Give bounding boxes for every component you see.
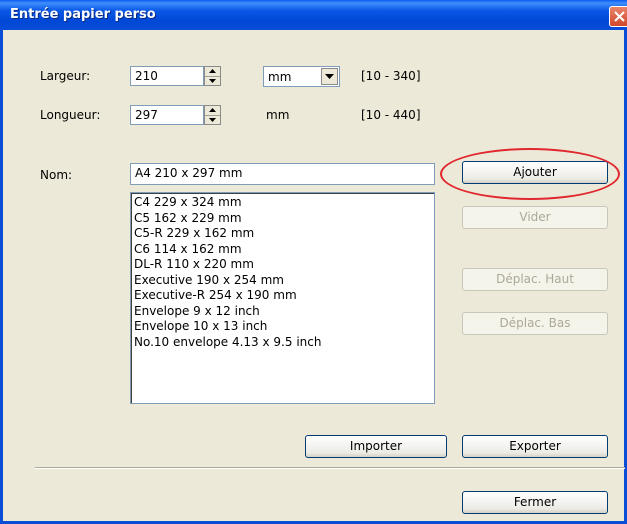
- divider: [35, 467, 625, 469]
- list-item[interactable]: No.10 envelope 4.13 x 9.5 inch: [134, 335, 431, 351]
- close-button[interactable]: Fermer: [462, 491, 608, 514]
- chevron-down-icon: [209, 118, 216, 122]
- close-icon: [614, 11, 625, 22]
- list-item[interactable]: DL-R 110 x 220 mm: [134, 257, 431, 273]
- name-label: Nom:: [40, 168, 73, 182]
- window-title: Entrée papier perso: [10, 7, 156, 22]
- title-bar[interactable]: Entrée papier perso: [0, 0, 627, 30]
- length-spinner[interactable]: [204, 105, 221, 125]
- width-label: Largeur:: [40, 69, 91, 83]
- export-button[interactable]: Exporter: [462, 435, 608, 458]
- width-range: [10 - 340]: [361, 69, 421, 83]
- length-unit: mm: [266, 108, 290, 122]
- width-spin-down[interactable]: [205, 76, 220, 86]
- move-up-button[interactable]: Déplac. Haut: [462, 268, 608, 291]
- length-label: Longueur:: [40, 108, 101, 122]
- list-item[interactable]: Envelope 10 x 13 inch: [134, 319, 431, 335]
- chevron-up-icon: [209, 69, 216, 73]
- list-item[interactable]: C4 229 x 324 mm: [134, 195, 431, 211]
- list-item[interactable]: Executive 190 x 254 mm: [134, 273, 431, 289]
- unit-select[interactable]: mm: [263, 66, 340, 87]
- name-input[interactable]: A4 210 x 297 mm: [130, 163, 435, 185]
- length-input[interactable]: 297: [130, 105, 204, 125]
- unit-select-value: mm: [268, 70, 292, 84]
- chevron-down-icon: [209, 79, 216, 83]
- close-window-button[interactable]: [609, 6, 627, 27]
- length-range: [10 - 440]: [361, 108, 421, 122]
- list-item[interactable]: Executive-R 254 x 190 mm: [134, 288, 431, 304]
- custom-paper-dialog: Entrée papier perso Largeur: 210 mm [10 …: [0, 0, 627, 524]
- length-spin-down[interactable]: [205, 115, 220, 125]
- length-spin-up[interactable]: [205, 106, 220, 115]
- unit-dropdown-button[interactable]: [321, 68, 338, 85]
- list-item[interactable]: Envelope 9 x 12 inch: [134, 304, 431, 320]
- width-spinner[interactable]: [204, 66, 221, 86]
- add-button-highlight: [440, 148, 620, 200]
- list-item[interactable]: C5-R 229 x 162 mm: [134, 226, 431, 242]
- chevron-up-icon: [209, 108, 216, 112]
- list-item[interactable]: C6 114 x 162 mm: [134, 242, 431, 258]
- paper-list[interactable]: C4 229 x 324 mm C5 162 x 229 mm C5-R 229…: [130, 192, 435, 404]
- import-button[interactable]: Importer: [305, 435, 447, 458]
- width-input[interactable]: 210: [130, 66, 204, 86]
- clear-button[interactable]: Vider: [462, 206, 608, 229]
- move-down-button[interactable]: Déplac. Bas: [462, 312, 608, 335]
- dropdown-arrow-icon: [325, 74, 334, 79]
- width-spin-up[interactable]: [205, 67, 220, 76]
- list-item[interactable]: C5 162 x 229 mm: [134, 211, 431, 227]
